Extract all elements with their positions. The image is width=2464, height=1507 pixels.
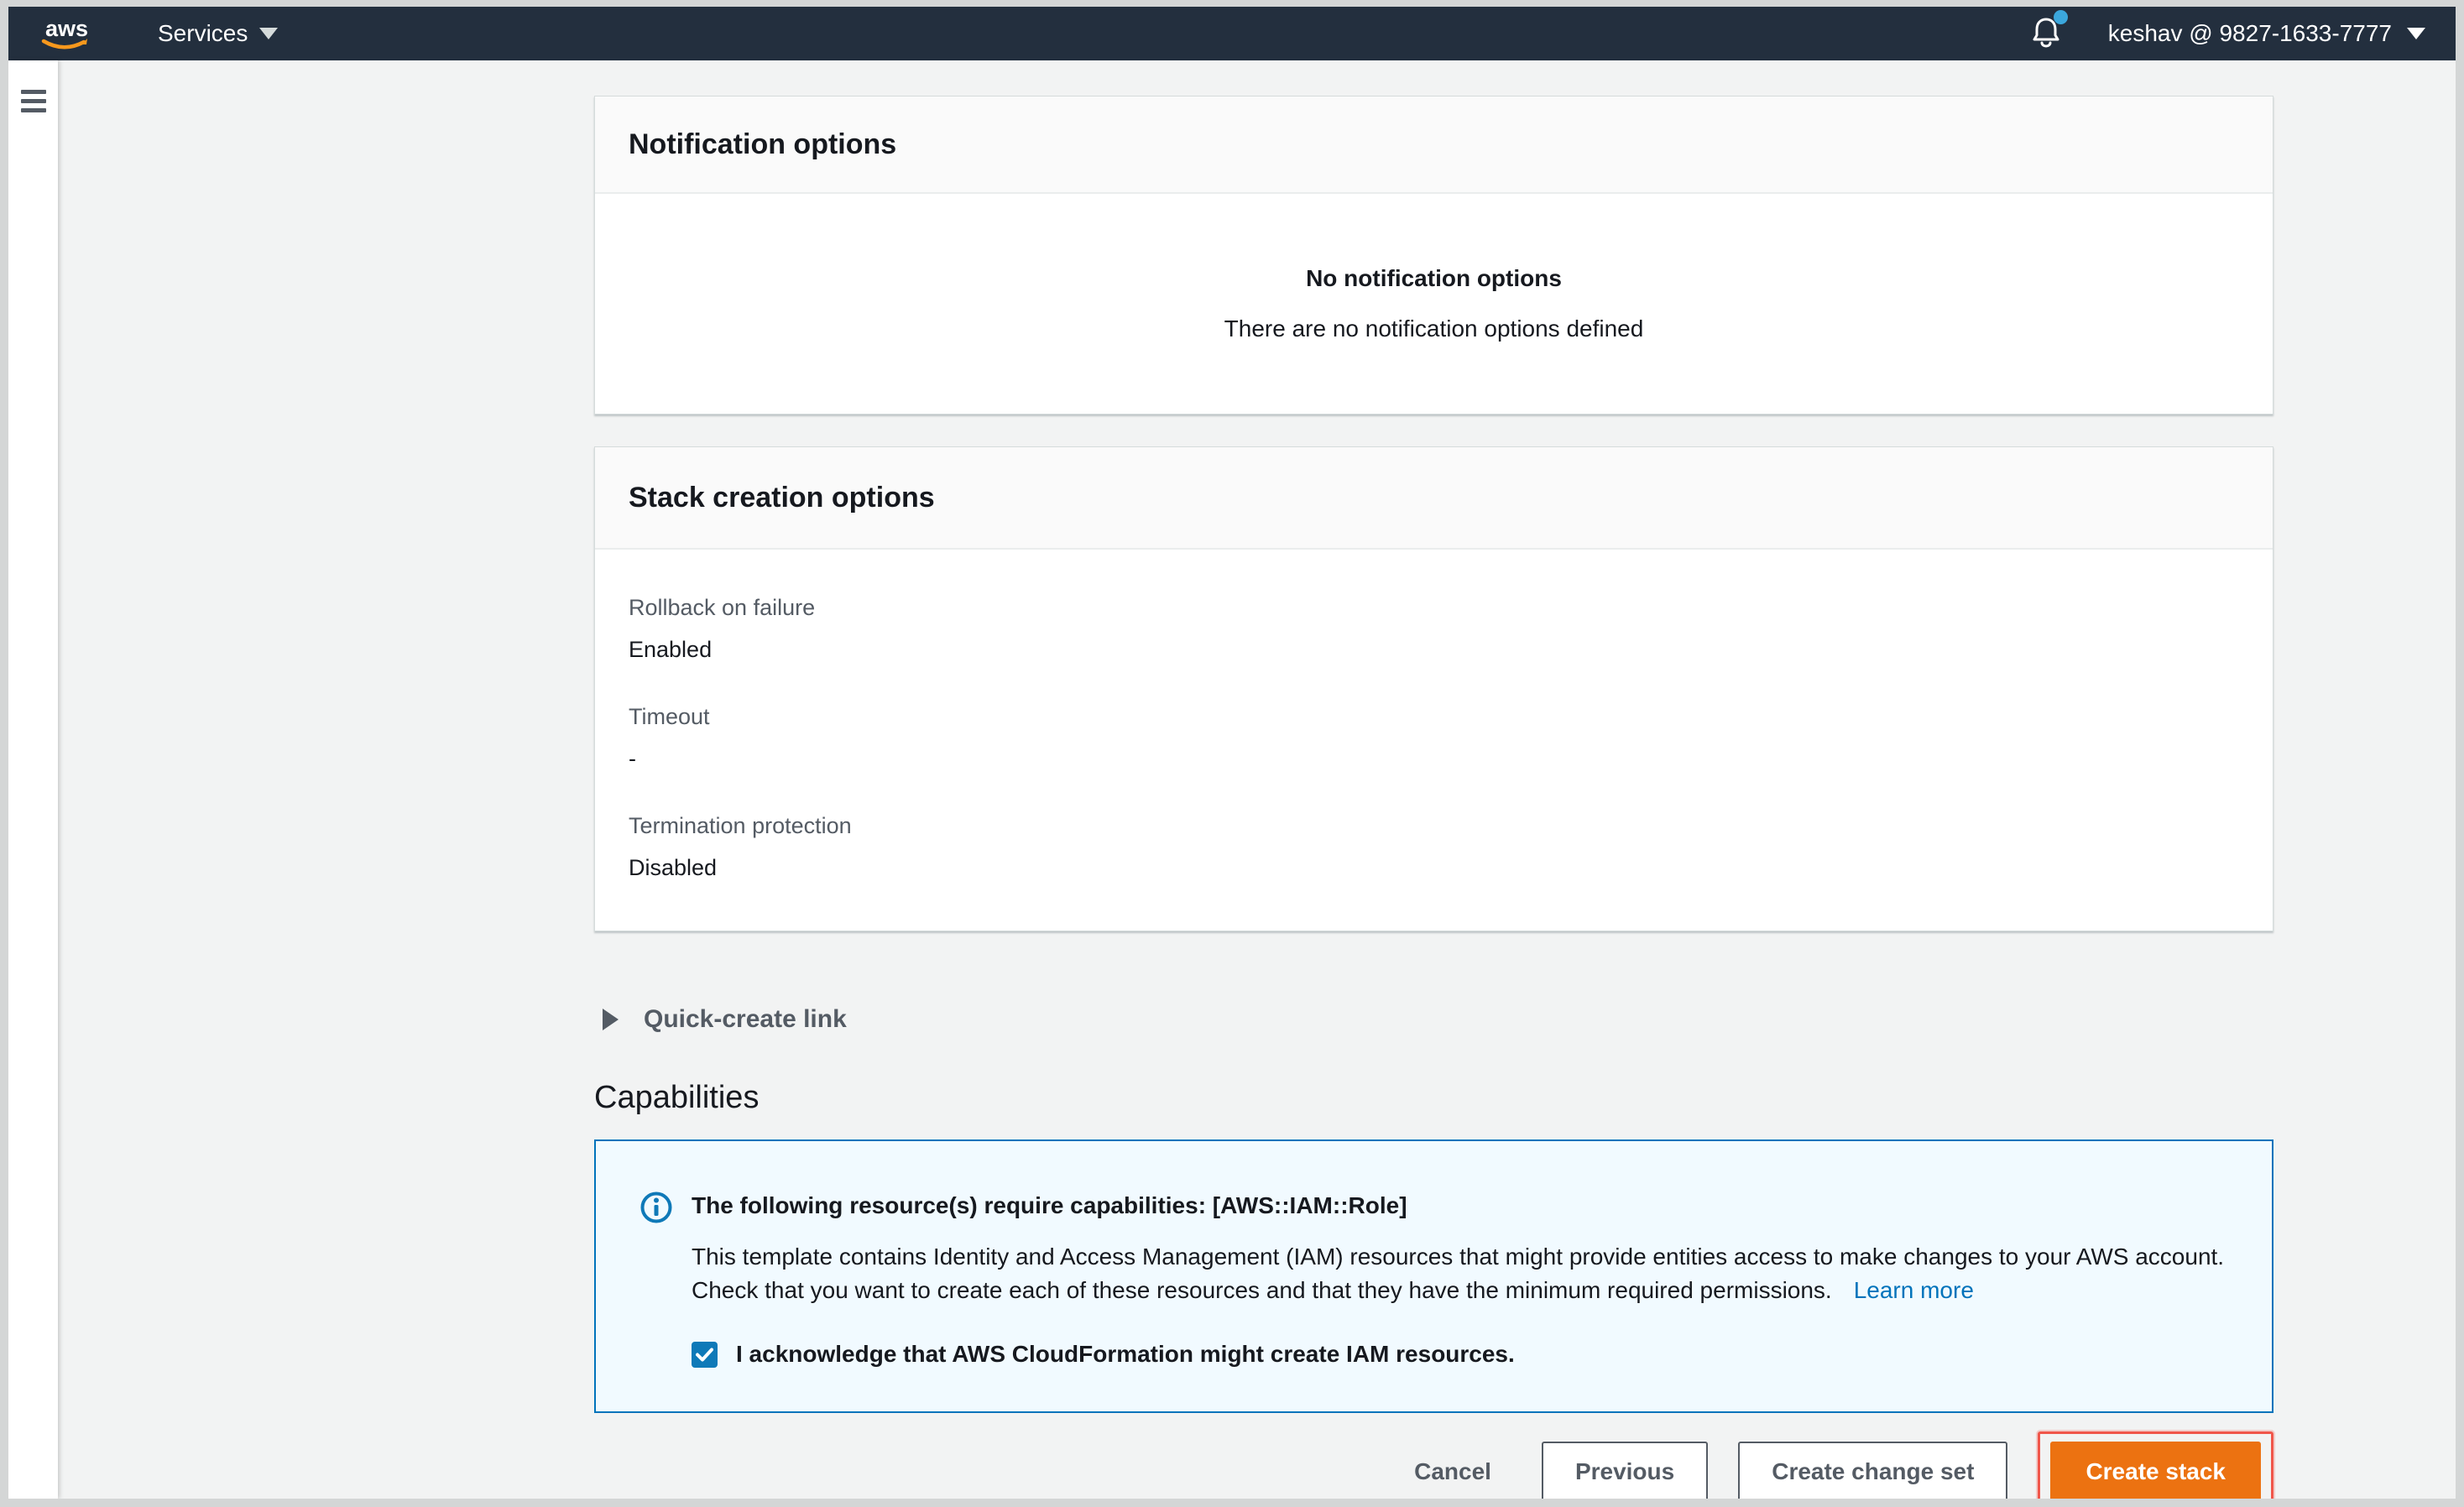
quick-create-link-label: Quick-create link [644, 1005, 847, 1034]
iam-acknowledge-row: I acknowledge that AWS CloudFormation mi… [692, 1341, 2230, 1368]
notifications-bell-button[interactable] [2031, 15, 2061, 53]
nav-right-group: keshav @ 9827-1633-7777 [2031, 15, 2425, 53]
wizard-column: Notification options No notification opt… [594, 96, 2273, 1499]
checkmark-icon [696, 1348, 713, 1362]
field-value: Disabled [629, 853, 2239, 882]
alert-body-text: This template contains Identity and Acce… [692, 1244, 2224, 1303]
expander-triangle-icon [603, 1009, 619, 1030]
notification-dot [2054, 10, 2068, 24]
alert-head: The following resource(s) require capabi… [639, 1188, 2230, 1225]
create-stack-button[interactable]: Create stack [2050, 1442, 2261, 1499]
console-screen: aws Services keshav @ 9827-1633-7777 [8, 7, 2456, 1499]
iam-acknowledge-label: I acknowledge that AWS CloudFormation mi… [736, 1341, 1515, 1368]
notification-options-panel: Notification options No notification opt… [594, 96, 2273, 415]
account-menu-label: keshav @ 9827-1633-7777 [2108, 20, 2392, 47]
stack-creation-options-header: Stack creation options [595, 447, 2273, 550]
content-area: Notification options No notification opt… [8, 60, 2456, 1499]
aws-logo-graphic: aws [40, 16, 92, 51]
stack-creation-options-title: Stack creation options [629, 482, 935, 514]
notification-options-empty-state: No notification options There are no not… [595, 194, 2273, 414]
chevron-down-icon [259, 28, 278, 39]
empty-state-title: No notification options [1306, 265, 1562, 292]
nav-left-group: aws Services [40, 16, 278, 51]
collapsed-sidebar [8, 60, 58, 1499]
quick-create-link-expander[interactable]: Quick-create link [594, 1005, 847, 1034]
field-label: Rollback on failure [629, 593, 2239, 622]
alert-body: This template contains Identity and Acce… [692, 1240, 2230, 1307]
stack-creation-options-panel: Stack creation options Rollback on failu… [594, 446, 2273, 931]
stack-creation-options-body: Rollback on failure Enabled Timeout - Te… [595, 550, 2273, 931]
wizard-footer-actions: Cancel Previous Create change set Create… [594, 1431, 2273, 1499]
field-timeout: Timeout - [629, 702, 2239, 773]
account-menu[interactable]: keshav @ 9827-1633-7777 [2108, 20, 2425, 47]
cancel-button[interactable]: Cancel [1414, 1442, 1491, 1499]
top-navigation-bar: aws Services keshav @ 9827-1633-7777 [8, 7, 2456, 60]
main-region: Notification options No notification opt… [58, 60, 2456, 1499]
learn-more-link[interactable]: Learn more [1854, 1277, 1974, 1303]
menu-icon[interactable] [21, 90, 46, 1499]
capabilities-heading: Capabilities [594, 1077, 2273, 1118]
create-change-set-button[interactable]: Create change set [1738, 1442, 2007, 1499]
alert-title: The following resource(s) require capabi… [692, 1188, 1407, 1223]
field-label: Termination protection [629, 811, 2239, 840]
capabilities-info-alert: The following resource(s) require capabi… [594, 1139, 2273, 1413]
chevron-down-icon [2407, 28, 2425, 39]
create-stack-highlight-annotation: Create stack [2038, 1431, 2273, 1499]
empty-state-subtitle: There are no notification options define… [1224, 315, 1644, 342]
svg-text:aws: aws [45, 16, 88, 41]
field-label: Timeout [629, 702, 2239, 731]
iam-acknowledge-checkbox[interactable] [692, 1342, 718, 1368]
aws-logo[interactable]: aws [40, 16, 92, 51]
field-value: Enabled [629, 635, 2239, 664]
notification-options-header: Notification options [595, 96, 2273, 194]
field-termination-protection: Termination protection Disabled [629, 811, 2239, 882]
previous-button[interactable]: Previous [1542, 1442, 1708, 1499]
field-value: - [629, 744, 2239, 773]
services-menu[interactable]: Services [158, 20, 278, 47]
info-icon [639, 1190, 673, 1225]
field-rollback-on-failure: Rollback on failure Enabled [629, 593, 2239, 664]
services-menu-label: Services [158, 20, 248, 47]
notification-options-title: Notification options [629, 128, 896, 161]
